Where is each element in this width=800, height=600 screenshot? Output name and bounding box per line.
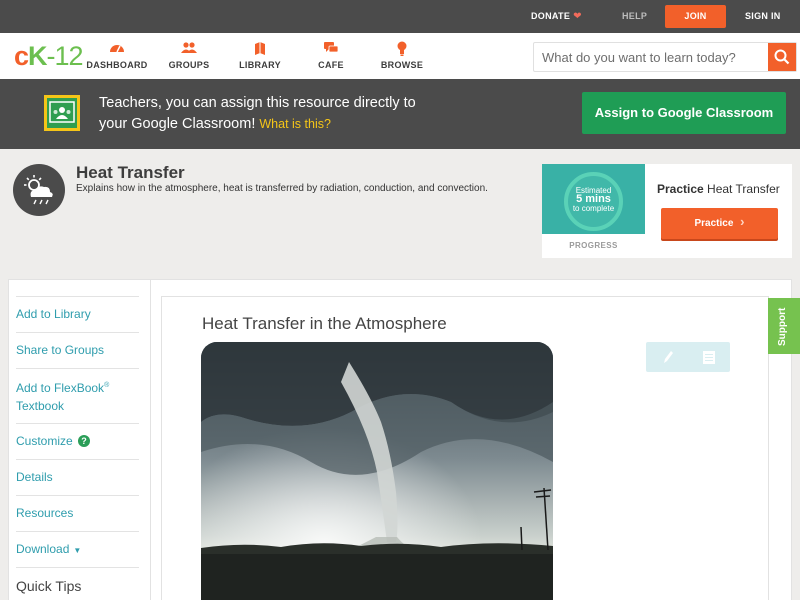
dashboard-icon	[77, 41, 157, 57]
textbook-label: Textbook	[16, 399, 65, 413]
estimate-minutes: 5 mins	[576, 193, 611, 205]
details-link[interactable]: Details	[16, 459, 139, 495]
estimate-suffix: to complete	[572, 204, 615, 213]
nav-library[interactable]: LIBRARY	[220, 41, 300, 70]
sign-in-link[interactable]: SIGN IN	[745, 0, 781, 33]
assign-to-google-classroom-button[interactable]: Assign to Google Classroom	[582, 92, 786, 134]
nav-cafe-label: CAFE	[318, 60, 344, 70]
chevron-right-icon: ›	[740, 214, 745, 229]
banner-message: Teachers, you can assign this resource d…	[99, 93, 439, 135]
groups-icon	[149, 41, 229, 57]
support-tab[interactable]: Support	[768, 298, 800, 354]
practice-title: Practice Heat Transfer	[657, 182, 780, 196]
tornado-photo	[201, 342, 553, 600]
annotate-button[interactable]	[646, 342, 688, 372]
search-box	[533, 42, 797, 72]
article-toolbar	[646, 342, 730, 372]
banner-line-1: Teachers, you can assign this resource d…	[99, 95, 416, 111]
nav-dashboard[interactable]: DASHBOARD	[77, 41, 157, 70]
browse-icon	[362, 41, 442, 57]
donate-label: DONATE	[531, 11, 571, 21]
google-classroom-icon	[44, 95, 80, 131]
share-to-groups-link[interactable]: Share to Groups	[16, 332, 139, 368]
nav-cafe[interactable]: CAFE	[291, 41, 371, 70]
help-link[interactable]: HELP	[622, 0, 647, 33]
cafe-icon	[291, 41, 371, 57]
notes-button[interactable]	[688, 342, 730, 372]
pen-icon	[664, 351, 673, 363]
nav-library-label: LIBRARY	[239, 60, 281, 70]
add-to-library-link[interactable]: Add to Library	[16, 296, 139, 332]
join-button[interactable]: JOIN	[665, 5, 726, 28]
practice-button[interactable]: Practice ›	[661, 208, 778, 239]
article-title: Heat Transfer in the Atmosphere	[202, 314, 447, 333]
concept-sidebar: Add to Library Share to Groups Add to Fl…	[16, 296, 139, 600]
nav-groups-label: GROUPS	[168, 60, 210, 70]
download-link[interactable]: Download ▼	[16, 531, 139, 567]
practice-progress-graphic: Estimated 5 mins to complete	[542, 164, 645, 234]
search-input[interactable]	[534, 43, 770, 71]
heart-icon: ❤	[573, 11, 582, 22]
resources-link[interactable]: Resources	[16, 495, 139, 531]
page-description: Explains how in the atmosphere, heat is …	[76, 183, 488, 194]
logo-c: c	[14, 41, 29, 71]
help-icon[interactable]: ?	[78, 435, 91, 447]
download-label: Download	[16, 542, 70, 556]
practice-button-label: Practice	[694, 218, 734, 229]
customize-link[interactable]: Customize ?	[16, 423, 139, 459]
banner-line-2: your Google Classroom!	[99, 116, 256, 132]
logo-k: K	[28, 41, 47, 71]
weather-icon	[13, 164, 65, 216]
notes-icon	[703, 351, 715, 364]
quick-tips-heading[interactable]: Quick Tips	[16, 567, 139, 600]
estimate-badge: Estimated 5 mins to complete	[564, 172, 623, 231]
ck12-logo[interactable]: cK-12	[14, 41, 84, 71]
library-icon	[220, 41, 300, 57]
nav-browse-label: BROWSE	[380, 60, 424, 70]
nav-groups[interactable]: GROUPS	[149, 41, 229, 70]
search-icon	[774, 49, 790, 65]
progress-label: PROGRESS	[569, 241, 618, 250]
nav-browse[interactable]: BROWSE	[362, 41, 442, 70]
practice-title-bold: Practice	[657, 182, 704, 196]
nav-dashboard-label: DASHBOARD	[86, 60, 148, 70]
panel-divider	[150, 280, 151, 600]
registered-mark: ®	[104, 382, 110, 389]
page-title: Heat Transfer	[76, 163, 185, 182]
caret-down-icon: ▼	[73, 546, 82, 555]
customize-label: Customize	[16, 434, 73, 448]
support-label: Support	[777, 307, 788, 346]
search-button[interactable]	[768, 43, 796, 71]
practice-title-topic: Heat Transfer	[707, 182, 780, 196]
top-bar: DONATE ❤ HELP JOIN SIGN IN	[0, 0, 800, 33]
add-to-flexbook-link[interactable]: Add to FlexBook® Textbook	[16, 368, 139, 423]
add-to-flexbook-label: Add to FlexBook	[16, 381, 105, 395]
what-is-this-link[interactable]: What is this?	[259, 117, 331, 131]
practice-card: Estimated 5 mins to complete PROGRESS Pr…	[542, 164, 792, 258]
donate-link[interactable]: DONATE ❤	[531, 0, 582, 33]
